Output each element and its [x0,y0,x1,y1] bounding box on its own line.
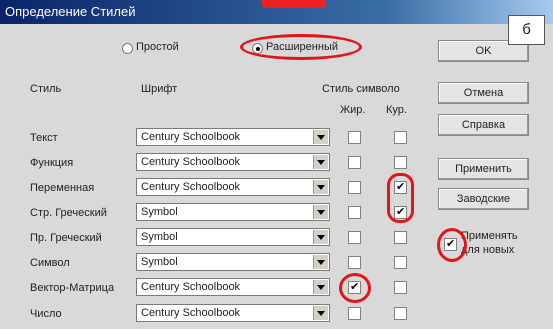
chevron-down-icon[interactable] [313,255,328,269]
font-select-lc-greek[interactable]: Symbol [136,203,330,221]
figure-label-badge: б [508,15,545,45]
font-select-number[interactable]: Century Schoolbook [136,304,330,322]
style-label-function: Функция [30,157,74,169]
chevron-down-icon[interactable] [313,130,328,144]
font-select-vector-matrix[interactable]: Century Schoolbook [136,278,330,296]
extended-radio[interactable] [252,43,263,54]
font-value: Symbol [141,256,178,268]
font-value: Century Schoolbook [141,181,241,193]
char-style-header: Стиль символо [322,83,400,95]
font-value: Symbol [141,206,178,218]
font-value: Century Schoolbook [141,307,241,319]
bold-checkbox-variable[interactable] [348,181,361,194]
bold-column-header: Жир. [340,104,366,116]
font-select-variable[interactable]: Century Schoolbook [136,178,330,196]
factory-defaults-button[interactable]: Заводские [438,188,529,210]
style-label-symbol: Символ [30,257,70,269]
bold-checkbox-number[interactable] [348,307,361,320]
bold-checkbox-uc-greek[interactable] [348,231,361,244]
simple-radio-label[interactable]: Простой [136,41,179,53]
italic-checkbox-symbol[interactable] [394,256,407,269]
bold-checkbox-function[interactable] [348,156,361,169]
font-value: Century Schoolbook [141,131,241,143]
chevron-down-icon[interactable] [313,155,328,169]
font-column-header: Шрифт [141,83,178,95]
italic-checkbox-lc-greek[interactable] [394,205,407,219]
font-select-text[interactable]: Century Schoolbook [136,128,330,146]
style-label-text: Текст [30,132,58,144]
bold-checkbox-text[interactable] [348,131,361,144]
chevron-down-icon[interactable] [313,280,328,294]
italic-checkbox-vector-matrix[interactable] [394,281,407,294]
italic-checkbox-variable[interactable] [394,180,407,194]
apply-button[interactable]: Применить [438,158,529,180]
define-styles-dialog: Определение Стилей Простой Расширенный С… [0,0,553,329]
simple-radio[interactable] [122,43,133,54]
font-value: Symbol [141,231,178,243]
style-label-vector-matrix: Вектор-Матрица [30,282,115,294]
italic-column-header: Кур. [386,104,407,116]
style-label-lc-greek: Стр. Греческий [30,207,107,219]
italic-checkbox-text[interactable] [394,131,407,144]
italic-checkbox-function[interactable] [394,156,407,169]
apply-new-label-line1[interactable]: Применять [461,230,518,242]
window-title: Определение Стилей [5,4,136,19]
style-column-header: Стиль [30,83,62,95]
apply-new-label-line2[interactable]: для новых [461,244,514,256]
apply-new-checkbox[interactable] [444,237,457,251]
cancel-button[interactable]: Отмена [438,82,529,104]
style-label-uc-greek: Пр. Греческий [30,232,102,244]
chevron-down-icon[interactable] [313,230,328,244]
bold-checkbox-symbol[interactable] [348,256,361,269]
help-button[interactable]: Справка [438,114,529,136]
style-label-number: Число [30,308,62,320]
chevron-down-icon[interactable] [313,180,328,194]
extended-radio-label[interactable]: Расширенный [266,41,338,53]
font-value: Century Schoolbook [141,281,241,293]
chevron-down-icon[interactable] [313,205,328,219]
font-value: Century Schoolbook [141,156,241,168]
italic-checkbox-uc-greek[interactable] [394,231,407,244]
italic-checkbox-number[interactable] [394,307,407,320]
bold-checkbox-lc-greek[interactable] [348,206,361,219]
title-highlight-mark [262,0,326,8]
chevron-down-icon[interactable] [313,306,328,320]
bold-checkbox-vector-matrix[interactable] [348,280,361,294]
style-label-variable: Переменная [30,182,95,194]
font-select-function[interactable]: Century Schoolbook [136,153,330,171]
font-select-uc-greek[interactable]: Symbol [136,228,330,246]
font-select-symbol[interactable]: Symbol [136,253,330,271]
